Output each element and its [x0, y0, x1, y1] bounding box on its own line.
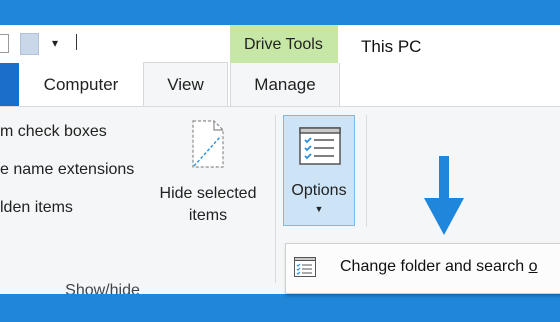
options-dropdown-caret-icon[interactable]: ▼ [284, 204, 354, 214]
hide-selected-items-button[interactable]: Hide selected items [150, 183, 266, 227]
tab-computer[interactable]: Computer [26, 63, 136, 106]
menu-item-text: Change folder and search [340, 258, 529, 275]
tab-manage[interactable]: Manage [230, 63, 340, 106]
pointer-arrow-icon [424, 156, 464, 235]
contextual-tab-group-label: Drive Tools [244, 36, 323, 53]
toolbar-separator [76, 34, 77, 50]
window-title: This PC [361, 37, 422, 56]
folder-options-menu-icon [294, 257, 316, 277]
options-button[interactable]: Options ▼ [283, 115, 355, 226]
show-hide-group-label: Show/hide [65, 282, 140, 294]
group-separator [275, 115, 276, 283]
properties-icon[interactable] [0, 34, 9, 53]
tab-file[interactable] [0, 63, 19, 106]
file-name-extensions-option[interactable]: e name extensions [0, 161, 134, 179]
options-label: Options [291, 182, 347, 199]
folder-options-icon [299, 127, 341, 165]
customize-toolbar-dropdown-icon[interactable]: ▾ [52, 36, 58, 50]
item-check-boxes-option[interactable]: m check boxes [0, 123, 107, 141]
options-dropdown-menu: Change folder and search o [285, 243, 560, 294]
hide-selected-items-icon[interactable] [192, 120, 224, 168]
tab-view[interactable]: View [143, 62, 228, 107]
new-folder-icon[interactable] [20, 33, 39, 55]
group-separator [366, 115, 367, 227]
menu-item-access-key: o [528, 258, 538, 275]
hidden-items-option[interactable]: lden items [0, 199, 73, 217]
change-folder-and-search-options-item[interactable]: Change folder and search o [340, 258, 537, 276]
